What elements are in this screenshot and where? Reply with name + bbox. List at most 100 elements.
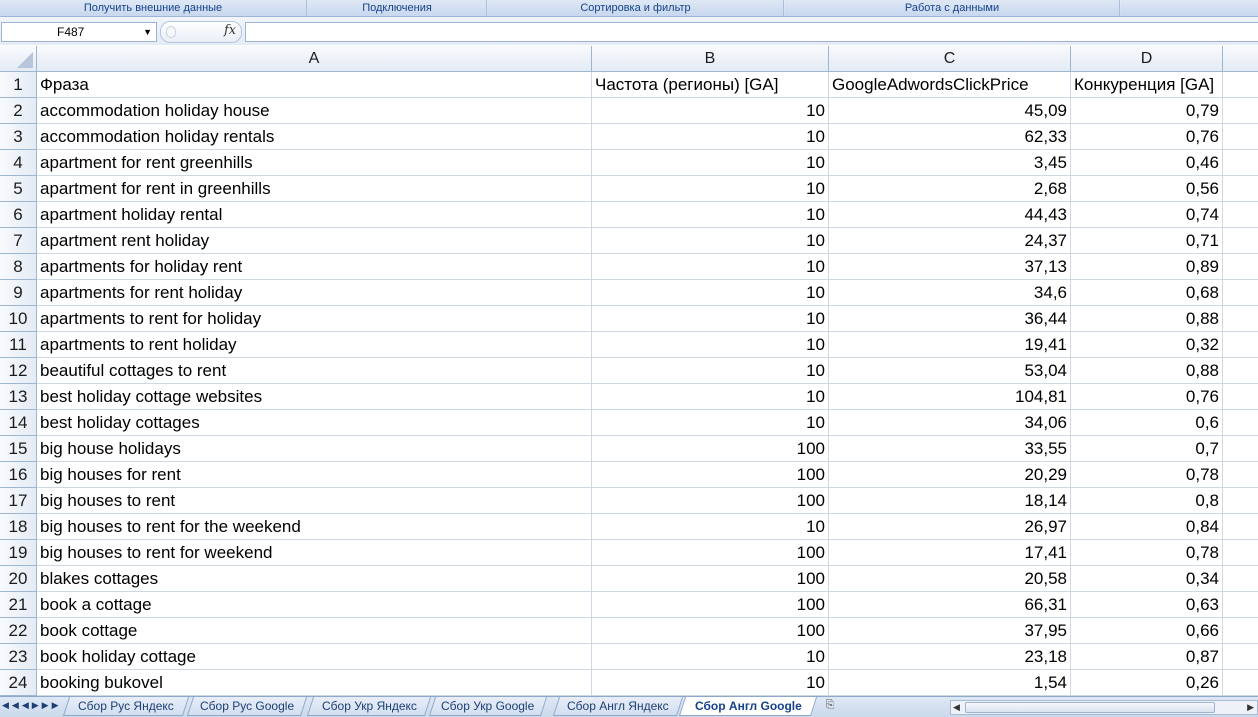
column-header-d[interactable]: D	[1071, 46, 1223, 72]
cell-competition[interactable]: 0,88	[1071, 306, 1223, 332]
cell-frequency[interactable]: 10	[592, 150, 829, 176]
cell-frequency[interactable]: 100	[592, 618, 829, 644]
column-header-c[interactable]: C	[829, 46, 1071, 72]
cell-competition[interactable]: 0,88	[1071, 358, 1223, 384]
chevron-down-icon[interactable]: ▼	[143, 23, 152, 41]
cell-empty[interactable]	[1223, 72, 1258, 98]
cell-frequency[interactable]: 100	[592, 488, 829, 514]
horizontal-scrollbar[interactable]: ◀ ▶	[950, 700, 1258, 715]
cell-click-price[interactable]: 37,13	[829, 254, 1071, 280]
name-box[interactable]: F487 ▼	[1, 22, 157, 42]
cell-competition[interactable]: 0,78	[1071, 540, 1223, 566]
cell-frequency[interactable]: 100	[592, 462, 829, 488]
column-header-e[interactable]	[1223, 46, 1258, 72]
ribbon-group-sort-filter[interactable]: Сортировка и фильтр	[488, 0, 784, 16]
cell-phrase[interactable]: apartment for rent in greenhills	[37, 176, 592, 202]
cell-frequency[interactable]: 10	[592, 98, 829, 124]
cell-empty[interactable]	[1223, 514, 1258, 540]
cell-click-price[interactable]: 36,44	[829, 306, 1071, 332]
row-header[interactable]: 11	[0, 332, 37, 358]
row-header[interactable]: 7	[0, 228, 37, 254]
cell-click-price[interactable]: 62,33	[829, 124, 1071, 150]
row-header[interactable]: 2	[0, 98, 37, 124]
cell-header-competition[interactable]: Конкуренция [GA]	[1071, 72, 1223, 98]
cell-click-price[interactable]: 44,43	[829, 202, 1071, 228]
cell-competition[interactable]: 0,84	[1071, 514, 1223, 540]
cell-phrase[interactable]: big houses to rent	[37, 488, 592, 514]
cell-click-price[interactable]: 26,97	[829, 514, 1071, 540]
cell-frequency[interactable]: 10	[592, 384, 829, 410]
cell-phrase[interactable]: blakes cottages	[37, 566, 592, 592]
cell-frequency[interactable]: 10	[592, 306, 829, 332]
row-header[interactable]: 19	[0, 540, 37, 566]
column-header-a[interactable]: A	[37, 46, 592, 72]
cell-empty[interactable]	[1223, 176, 1258, 202]
ribbon-group-data-tools[interactable]: Работа с данными	[785, 0, 1120, 16]
cell-header-frequency[interactable]: Частота (регионы) [GA]	[592, 72, 829, 98]
ribbon-group-get-external-data[interactable]: Получить внешние данные	[0, 0, 307, 16]
cell-competition[interactable]: 0,26	[1071, 670, 1223, 696]
row-header[interactable]: 23	[0, 644, 37, 670]
cell-empty[interactable]	[1223, 410, 1258, 436]
row-header[interactable]: 4	[0, 150, 37, 176]
cell-empty[interactable]	[1223, 462, 1258, 488]
cell-competition[interactable]: 0,56	[1071, 176, 1223, 202]
cell-click-price[interactable]: 19,41	[829, 332, 1071, 358]
cell-click-price[interactable]: 24,37	[829, 228, 1071, 254]
row-header[interactable]: 24	[0, 670, 37, 696]
cell-frequency[interactable]: 10	[592, 280, 829, 306]
cell-empty[interactable]	[1223, 358, 1258, 384]
sheet-tab[interactable]: Сбор Укр Яндекс	[306, 697, 432, 716]
cell-click-price[interactable]: 104,81	[829, 384, 1071, 410]
cell-empty[interactable]	[1223, 618, 1258, 644]
cell-frequency[interactable]: 10	[592, 228, 829, 254]
cell-empty[interactable]	[1223, 202, 1258, 228]
cell-frequency[interactable]: 100	[592, 592, 829, 618]
cell-click-price[interactable]: 20,58	[829, 566, 1071, 592]
cell-phrase[interactable]: book holiday cottage	[37, 644, 592, 670]
cell-frequency[interactable]: 100	[592, 436, 829, 462]
cell-competition[interactable]: 0,76	[1071, 124, 1223, 150]
insert-sheet-icon[interactable]: ⎘	[818, 699, 842, 714]
row-header[interactable]: 14	[0, 410, 37, 436]
select-all-button[interactable]	[0, 46, 37, 72]
cell-competition[interactable]: 0,79	[1071, 98, 1223, 124]
cell-phrase[interactable]: apartments to rent for holiday	[37, 306, 592, 332]
cell-competition[interactable]: 0,7	[1071, 436, 1223, 462]
cell-empty[interactable]	[1223, 254, 1258, 280]
cell-phrase[interactable]: book a cottage	[37, 592, 592, 618]
row-header[interactable]: 3	[0, 124, 37, 150]
cell-phrase[interactable]: accommodation holiday rentals	[37, 124, 592, 150]
sheet-tab[interactable]: Сбор Англ Яндекс	[552, 697, 684, 716]
cell-frequency[interactable]: 10	[592, 358, 829, 384]
cell-frequency[interactable]: 10	[592, 202, 829, 228]
cell-empty[interactable]	[1223, 384, 1258, 410]
cell-empty[interactable]	[1223, 150, 1258, 176]
scrollbar-thumb[interactable]	[965, 702, 1215, 713]
cell-competition[interactable]: 0,78	[1071, 462, 1223, 488]
row-header[interactable]: 15	[0, 436, 37, 462]
tab-navigation-arrows-icon[interactable]: ◀◀◀▶▶▶	[2, 700, 60, 714]
cell-empty[interactable]	[1223, 306, 1258, 332]
row-header[interactable]: 16	[0, 462, 37, 488]
cell-competition[interactable]: 0,34	[1071, 566, 1223, 592]
cell-frequency[interactable]: 100	[592, 566, 829, 592]
cell-competition[interactable]: 0,66	[1071, 618, 1223, 644]
cell-phrase[interactable]: best holiday cottages	[37, 410, 592, 436]
cell-empty[interactable]	[1223, 280, 1258, 306]
cell-competition[interactable]: 0,71	[1071, 228, 1223, 254]
cell-phrase[interactable]: book cottage	[37, 618, 592, 644]
row-header[interactable]: 13	[0, 384, 37, 410]
cell-competition[interactable]: 0,76	[1071, 384, 1223, 410]
scroll-left-icon[interactable]: ◀	[953, 701, 960, 714]
row-header[interactable]: 9	[0, 280, 37, 306]
row-header[interactable]: 20	[0, 566, 37, 592]
sheet-tab[interactable]: Сбор Укр Google	[428, 697, 548, 716]
cell-frequency[interactable]: 10	[592, 514, 829, 540]
cell-empty[interactable]	[1223, 228, 1258, 254]
ribbon-group-connections[interactable]: Подключения	[308, 0, 487, 16]
ribbon-group-outline[interactable]	[1121, 0, 1258, 16]
cell-click-price[interactable]: 33,55	[829, 436, 1071, 462]
row-header[interactable]: 21	[0, 592, 37, 618]
cell-phrase[interactable]: apartments for holiday rent	[37, 254, 592, 280]
